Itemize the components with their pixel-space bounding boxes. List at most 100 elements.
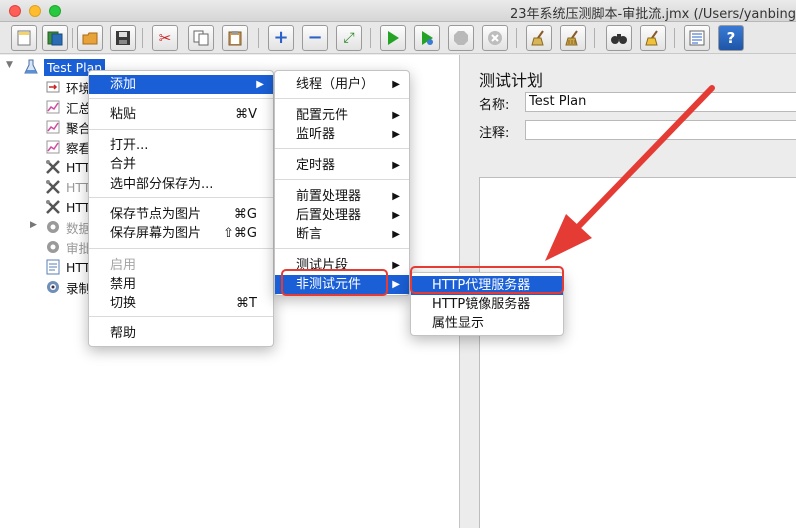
menu-item-shortcut: ⌘G bbox=[233, 207, 257, 222]
templates-icon[interactable] bbox=[42, 25, 68, 51]
tree-node[interactable]: 环境 bbox=[44, 77, 91, 97]
tree-node-label: HTT bbox=[66, 199, 91, 215]
gear-icon bbox=[44, 218, 62, 236]
cut-icon[interactable]: ✂ bbox=[152, 25, 178, 51]
menu-item-label: 后置处理器 bbox=[296, 208, 362, 223]
add-submenu-item[interactable]: 定时器 ▶ bbox=[275, 156, 409, 175]
add-submenu-item[interactable]: 配置元件 ▶ bbox=[275, 106, 409, 125]
new-icon[interactable] bbox=[11, 25, 37, 51]
tree-node[interactable]: HTT bbox=[44, 157, 90, 177]
tree-node[interactable]: 汇总 bbox=[44, 97, 91, 117]
menu-separator bbox=[275, 248, 409, 249]
close-window-button[interactable] bbox=[9, 5, 21, 17]
context-menu-item[interactable]: 选中部分保存为... bbox=[89, 175, 273, 194]
reset-search-icon[interactable] bbox=[640, 25, 666, 51]
root-expander[interactable]: ▼ bbox=[6, 60, 13, 70]
menu-item-label: 切换 bbox=[110, 296, 137, 311]
save-icon[interactable] bbox=[110, 25, 136, 51]
toggle-icon[interactable]: ⤢ bbox=[336, 25, 362, 51]
menu-item-label: 选中部分保存为... bbox=[110, 177, 214, 192]
non-test-menu-item[interactable]: 属性显示 bbox=[411, 314, 563, 333]
menu-separator bbox=[89, 129, 273, 130]
start-no-pause-icon[interactable] bbox=[414, 25, 440, 51]
submenu-arrow-icon: ▶ bbox=[256, 79, 264, 90]
chart-icon bbox=[44, 118, 62, 136]
menu-item-label: 启用 bbox=[110, 258, 137, 273]
expand-icon[interactable]: + bbox=[268, 25, 294, 51]
non-test-menu-item[interactable]: HTTP镜像服务器 bbox=[411, 295, 563, 314]
tree-node[interactable]: HTT bbox=[44, 177, 90, 197]
tree-node[interactable]: HTT bbox=[44, 197, 90, 217]
submenu-arrow-icon: ▶ bbox=[392, 279, 400, 290]
menu-separator bbox=[275, 98, 409, 99]
context-menu-item[interactable]: 保存节点为图片 ⌘G bbox=[89, 205, 273, 224]
clear-icon[interactable] bbox=[526, 25, 552, 51]
toolbar: ✂ + − ⤢ ? bbox=[0, 22, 796, 54]
tree-node[interactable]: 察看 bbox=[44, 137, 91, 157]
tree-node[interactable]: 录制 bbox=[44, 277, 91, 297]
context-menu-item[interactable]: 合并 bbox=[89, 155, 273, 174]
context-menu-item[interactable]: 打开... bbox=[89, 136, 273, 155]
paste-icon[interactable] bbox=[222, 25, 248, 51]
stop-icon[interactable] bbox=[448, 25, 474, 51]
menu-separator bbox=[275, 148, 409, 149]
tree-node[interactable]: 数据 bbox=[44, 217, 91, 237]
menu-item-label: 保存节点为图片 bbox=[110, 207, 202, 222]
tree-node[interactable]: 审批 bbox=[44, 237, 91, 257]
help-icon[interactable]: ? bbox=[718, 25, 744, 51]
submenu-arrow-icon: ▶ bbox=[392, 129, 400, 140]
add-submenu-item[interactable]: 断言 ▶ bbox=[275, 225, 409, 244]
submenu-arrow-icon: ▶ bbox=[392, 229, 400, 240]
add-submenu-item[interactable]: 线程（用户） ▶ bbox=[275, 75, 409, 94]
shutdown-icon[interactable] bbox=[482, 25, 508, 51]
http-icon bbox=[44, 258, 62, 276]
menu-separator bbox=[89, 98, 273, 99]
window-title: 23年系统压测脚本-审批流.jmx (/Users/yanbing bbox=[510, 7, 796, 22]
annotation-box-non-test bbox=[281, 269, 388, 296]
menu-item-label: HTTP镜像服务器 bbox=[432, 297, 531, 312]
config-icon bbox=[44, 78, 62, 96]
name-label: 名称: bbox=[479, 98, 510, 113]
context-menu-item[interactable]: 帮助 bbox=[89, 324, 273, 343]
clear-all-icon[interactable] bbox=[560, 25, 586, 51]
context-menu-item[interactable]: 保存屏幕为图片 ⇧⌘G bbox=[89, 224, 273, 243]
collapse-icon[interactable]: − bbox=[302, 25, 328, 51]
minimize-window-button[interactable] bbox=[29, 5, 41, 17]
menu-item-label: 添加 bbox=[110, 77, 137, 92]
add-submenu-item[interactable]: 后置处理器 ▶ bbox=[275, 206, 409, 225]
tree-node-label: HTT bbox=[66, 159, 91, 175]
tree-node[interactable]: HTT bbox=[44, 257, 90, 277]
open-icon[interactable] bbox=[77, 25, 103, 51]
start-icon[interactable] bbox=[380, 25, 406, 51]
context-menu-item[interactable]: 切换 ⌘T bbox=[89, 294, 273, 313]
name-field[interactable]: Test Plan bbox=[525, 92, 796, 112]
search-icon[interactable] bbox=[606, 25, 632, 51]
context-menu-item[interactable]: 粘贴 ⌘V bbox=[89, 105, 273, 124]
add-submenu: 线程（用户） ▶ 配置元件 ▶ 监听器 ▶ 定时器 ▶ 前置处理器 ▶ 后置处理器 ▶ 断言 ▶ 测试片段 ▶… bbox=[274, 70, 410, 296]
chart-icon bbox=[44, 138, 62, 156]
function-helper-icon[interactable] bbox=[684, 25, 710, 51]
menu-separator bbox=[89, 316, 273, 317]
add-submenu-item[interactable]: 前置处理器 ▶ bbox=[275, 187, 409, 206]
add-submenu-item[interactable]: 监听器 ▶ bbox=[275, 125, 409, 144]
title-bar: 23年系统压测脚本-审批流.jmx (/Users/yanbing bbox=[0, 0, 796, 22]
tree-node-expander[interactable]: ▶ bbox=[30, 220, 37, 230]
copy-icon[interactable] bbox=[188, 25, 214, 51]
context-menu: 添加 ▶ 粘贴 ⌘V 打开... 合并选中部分保存为... 保存节点为图片 ⌘G 保存屏幕为图片… bbox=[88, 70, 274, 347]
comment-field[interactable] bbox=[525, 120, 796, 140]
zoom-window-button[interactable] bbox=[49, 5, 61, 17]
tree-node[interactable]: 聚合 bbox=[44, 117, 91, 137]
annotation-box-http-proxy bbox=[410, 266, 564, 294]
menu-item-label: 帮助 bbox=[110, 326, 137, 341]
menu-separator bbox=[89, 248, 273, 249]
menu-item-label: 打开... bbox=[110, 138, 149, 153]
menu-separator bbox=[89, 197, 273, 198]
menu-item-label: 合并 bbox=[110, 157, 137, 172]
menu-item-label: 保存屏幕为图片 bbox=[110, 226, 202, 241]
context-menu-item[interactable]: 禁用 bbox=[89, 275, 273, 294]
chart-icon bbox=[44, 98, 62, 116]
panel-title: 测试计划 bbox=[479, 71, 544, 90]
menu-item-label: 监听器 bbox=[296, 127, 336, 142]
context-menu-item[interactable]: 添加 ▶ bbox=[89, 75, 273, 94]
submenu-arrow-icon: ▶ bbox=[392, 79, 400, 90]
